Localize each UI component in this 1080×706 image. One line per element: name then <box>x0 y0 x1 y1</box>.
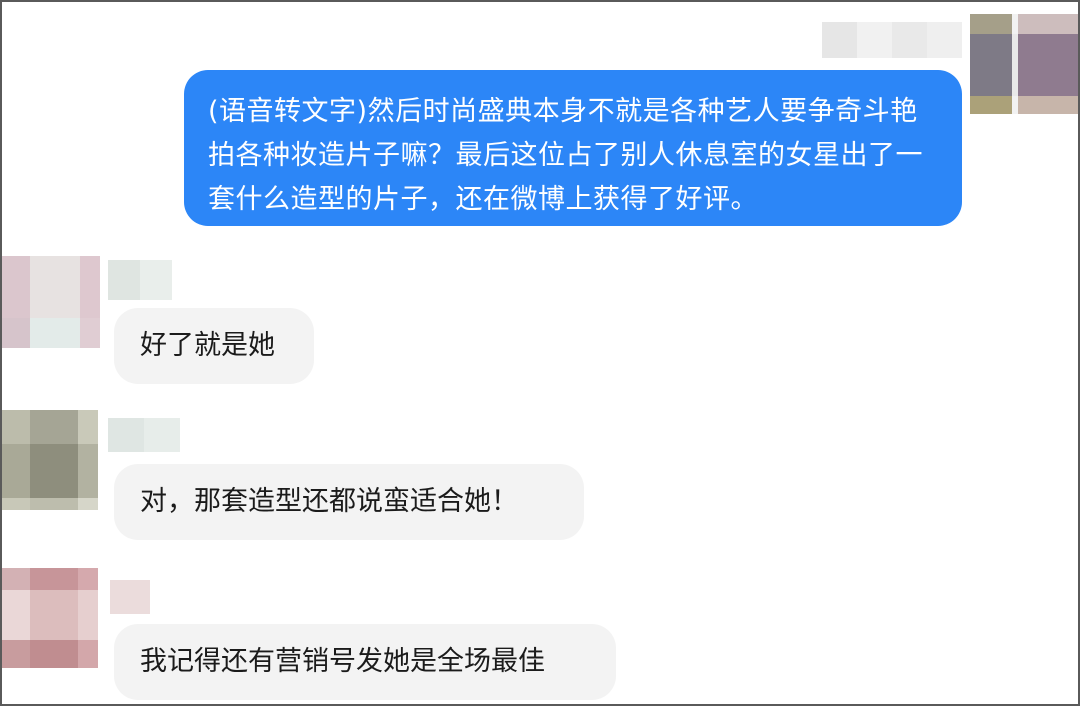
outgoing-message-bubble[interactable]: (语音转文字)然后时尚盛典本身不就是各种艺人要争奇斗艳拍各种妆造片子嘛？最后这位… <box>184 70 962 226</box>
avatar[interactable] <box>2 568 98 668</box>
chat-screenshot-frame: (语音转文字)然后时尚盛典本身不就是各种艺人要争奇斗艳拍各种妆造片子嘛？最后这位… <box>0 0 1080 706</box>
sender-name-blurred <box>110 580 150 614</box>
avatar[interactable] <box>2 410 98 510</box>
incoming-message-bubble[interactable]: 好了就是她 <box>114 308 314 384</box>
sender-name-blurred <box>822 22 962 58</box>
avatar[interactable] <box>970 14 1078 114</box>
sender-name-blurred <box>108 418 180 452</box>
incoming-message-bubble[interactable]: 对，那套造型还都说蛮适合她！ <box>114 464 584 540</box>
avatar[interactable] <box>2 256 100 348</box>
incoming-message-bubble[interactable]: 我记得还有营销号发她是全场最佳 <box>114 624 616 700</box>
sender-name-blurred <box>108 260 172 300</box>
